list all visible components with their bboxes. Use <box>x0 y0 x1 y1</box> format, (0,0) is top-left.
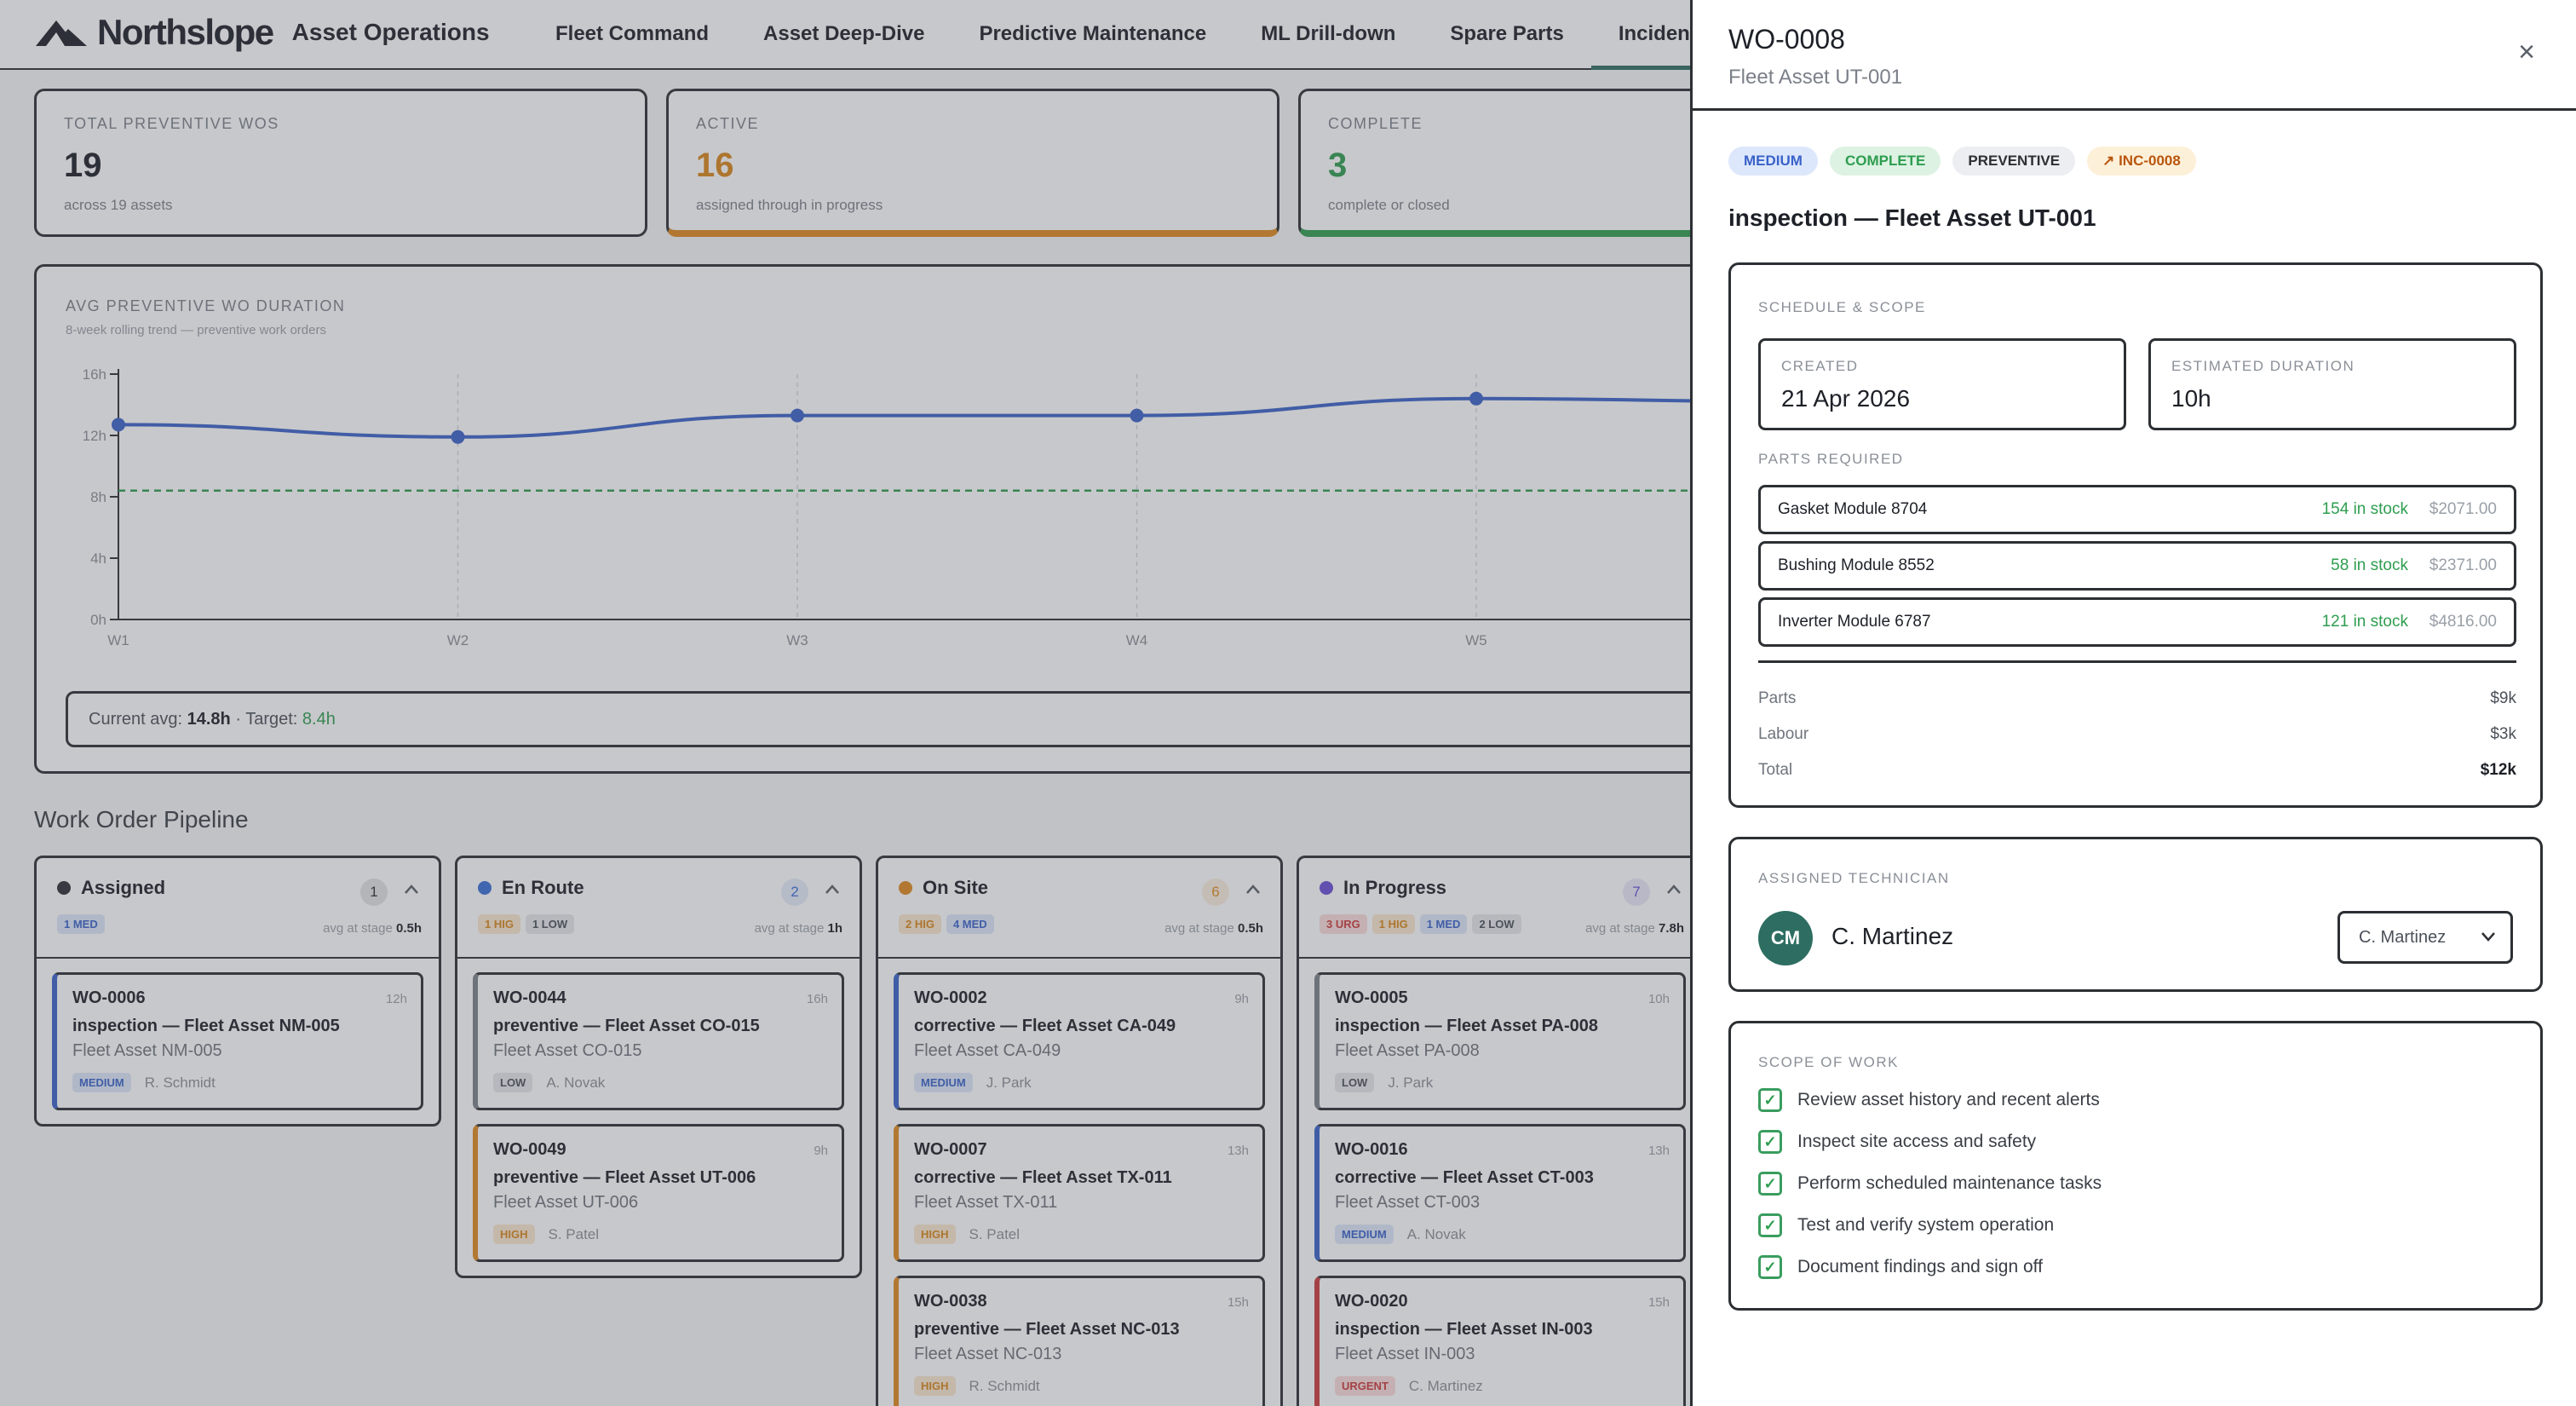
cost-label: Labour <box>1758 725 1809 743</box>
part-price: $4816.00 <box>2429 613 2497 631</box>
panel-tags: MEDIUM COMPLETE PREVENTIVE ↗ INC-0008 <box>1728 147 2196 176</box>
modal-overlay[interactable] <box>0 0 1690 1406</box>
panel-title: inspection — Fleet Asset UT-001 <box>1728 205 2096 231</box>
parts-label: PARTS REQUIRED <box>1758 451 1904 467</box>
part-stock: 58 in stock <box>2331 556 2408 574</box>
part-row[interactable]: Inverter Module 6787 121 in stock $4816.00 <box>1758 597 2516 647</box>
checkbox-checked-icon[interactable]: ✓ <box>1758 1088 1782 1112</box>
chevron-down-icon <box>2481 932 2495 942</box>
close-icon[interactable]: × <box>2518 36 2535 69</box>
part-row[interactable]: Gasket Module 8704 154 in stock $2071.00 <box>1758 485 2516 534</box>
part-price: $2371.00 <box>2429 556 2497 574</box>
part-name: Inverter Module 6787 <box>1778 613 1931 631</box>
panel-wo-id: WO-0008 <box>1728 24 1845 55</box>
cost-value: $3k <box>2490 725 2516 743</box>
scope-item-label: Test and verify system operation <box>1797 1215 2055 1235</box>
cost-label: Parts <box>1758 689 1797 707</box>
duration-value: 10h <box>2171 385 2211 412</box>
section-label: SCOPE OF WORK <box>1758 1054 1899 1070</box>
technician-name: C. Martinez <box>1831 923 1954 949</box>
duration-box: ESTIMATED DURATION 10h <box>2148 338 2516 430</box>
scope-item[interactable]: ✓ Document findings and sign off <box>1758 1255 2043 1279</box>
panel-asset: Fleet Asset UT-001 <box>1728 66 1903 89</box>
cost-row-labour: Labour $3k <box>1758 725 2516 744</box>
cost-row-parts: Parts $9k <box>1758 689 2516 708</box>
tag-complete: COMPLETE <box>1829 147 1941 176</box>
part-name: Gasket Module 8704 <box>1778 500 1928 518</box>
part-row[interactable]: Bushing Module 8552 58 in stock $2371.00 <box>1758 541 2516 591</box>
tag-inc-0008[interactable]: ↗ INC-0008 <box>2087 147 2196 176</box>
cost-value: $9k <box>2490 689 2516 707</box>
tag-preventive: PREVENTIVE <box>1952 147 2076 176</box>
scope-item[interactable]: ✓ Perform scheduled maintenance tasks <box>1758 1172 2102 1196</box>
checkbox-checked-icon[interactable]: ✓ <box>1758 1130 1782 1154</box>
part-stock: 154 in stock <box>2321 500 2408 518</box>
work-order-detail-panel: WO-0008 Fleet Asset UT-001 × MEDIUM COMPL… <box>1690 0 2576 1406</box>
technician-select-value: C. Martinez <box>2359 928 2447 947</box>
scope-item-label: Perform scheduled maintenance tasks <box>1797 1173 2102 1193</box>
scope-item-label: Document findings and sign off <box>1797 1257 2043 1276</box>
panel-header: WO-0008 Fleet Asset UT-001 × <box>1693 0 2576 111</box>
technician-section: ASSIGNED TECHNICIAN CM C. Martinez C. Ma… <box>1728 837 2543 992</box>
divider <box>1758 660 2516 663</box>
created-label: CREATED <box>1781 358 1859 374</box>
duration-label: ESTIMATED DURATION <box>2171 358 2355 374</box>
checkbox-checked-icon[interactable]: ✓ <box>1758 1213 1782 1237</box>
avatar: CM <box>1758 911 1813 965</box>
cost-row-total: Total $12k <box>1758 761 2516 780</box>
scope-of-work-section: SCOPE OF WORK ✓ Review asset history and … <box>1728 1021 2543 1311</box>
scope-item-label: Review asset history and recent alerts <box>1797 1090 2100 1109</box>
link-icon: ↗ <box>2102 153 2119 169</box>
part-stock: 121 in stock <box>2321 613 2408 631</box>
cost-label: Total <box>1758 761 1793 779</box>
section-label: ASSIGNED TECHNICIAN <box>1758 870 1950 886</box>
part-price: $2071.00 <box>2429 500 2497 518</box>
checkbox-checked-icon[interactable]: ✓ <box>1758 1172 1782 1196</box>
scope-item[interactable]: ✓ Test and verify system operation <box>1758 1213 2054 1237</box>
checkbox-checked-icon[interactable]: ✓ <box>1758 1255 1782 1279</box>
part-name: Bushing Module 8552 <box>1778 556 1935 574</box>
tag-medium: MEDIUM <box>1728 147 1818 176</box>
scope-item[interactable]: ✓ Inspect site access and safety <box>1758 1130 2036 1154</box>
cost-value: $12k <box>2480 761 2516 779</box>
technician-select[interactable]: C. Martinez <box>2337 911 2513 964</box>
incident-link-label: INC-0008 <box>2119 153 2181 169</box>
created-box: CREATED 21 Apr 2026 <box>1758 338 2126 430</box>
scope-item-label: Inspect site access and safety <box>1797 1132 2037 1151</box>
scope-item[interactable]: ✓ Review asset history and recent alerts <box>1758 1088 2100 1112</box>
created-value: 21 Apr 2026 <box>1781 385 1911 412</box>
section-label: SCHEDULE & SCOPE <box>1758 299 1926 315</box>
schedule-scope-section: SCHEDULE & SCOPE CREATED 21 Apr 2026 EST… <box>1728 262 2543 808</box>
